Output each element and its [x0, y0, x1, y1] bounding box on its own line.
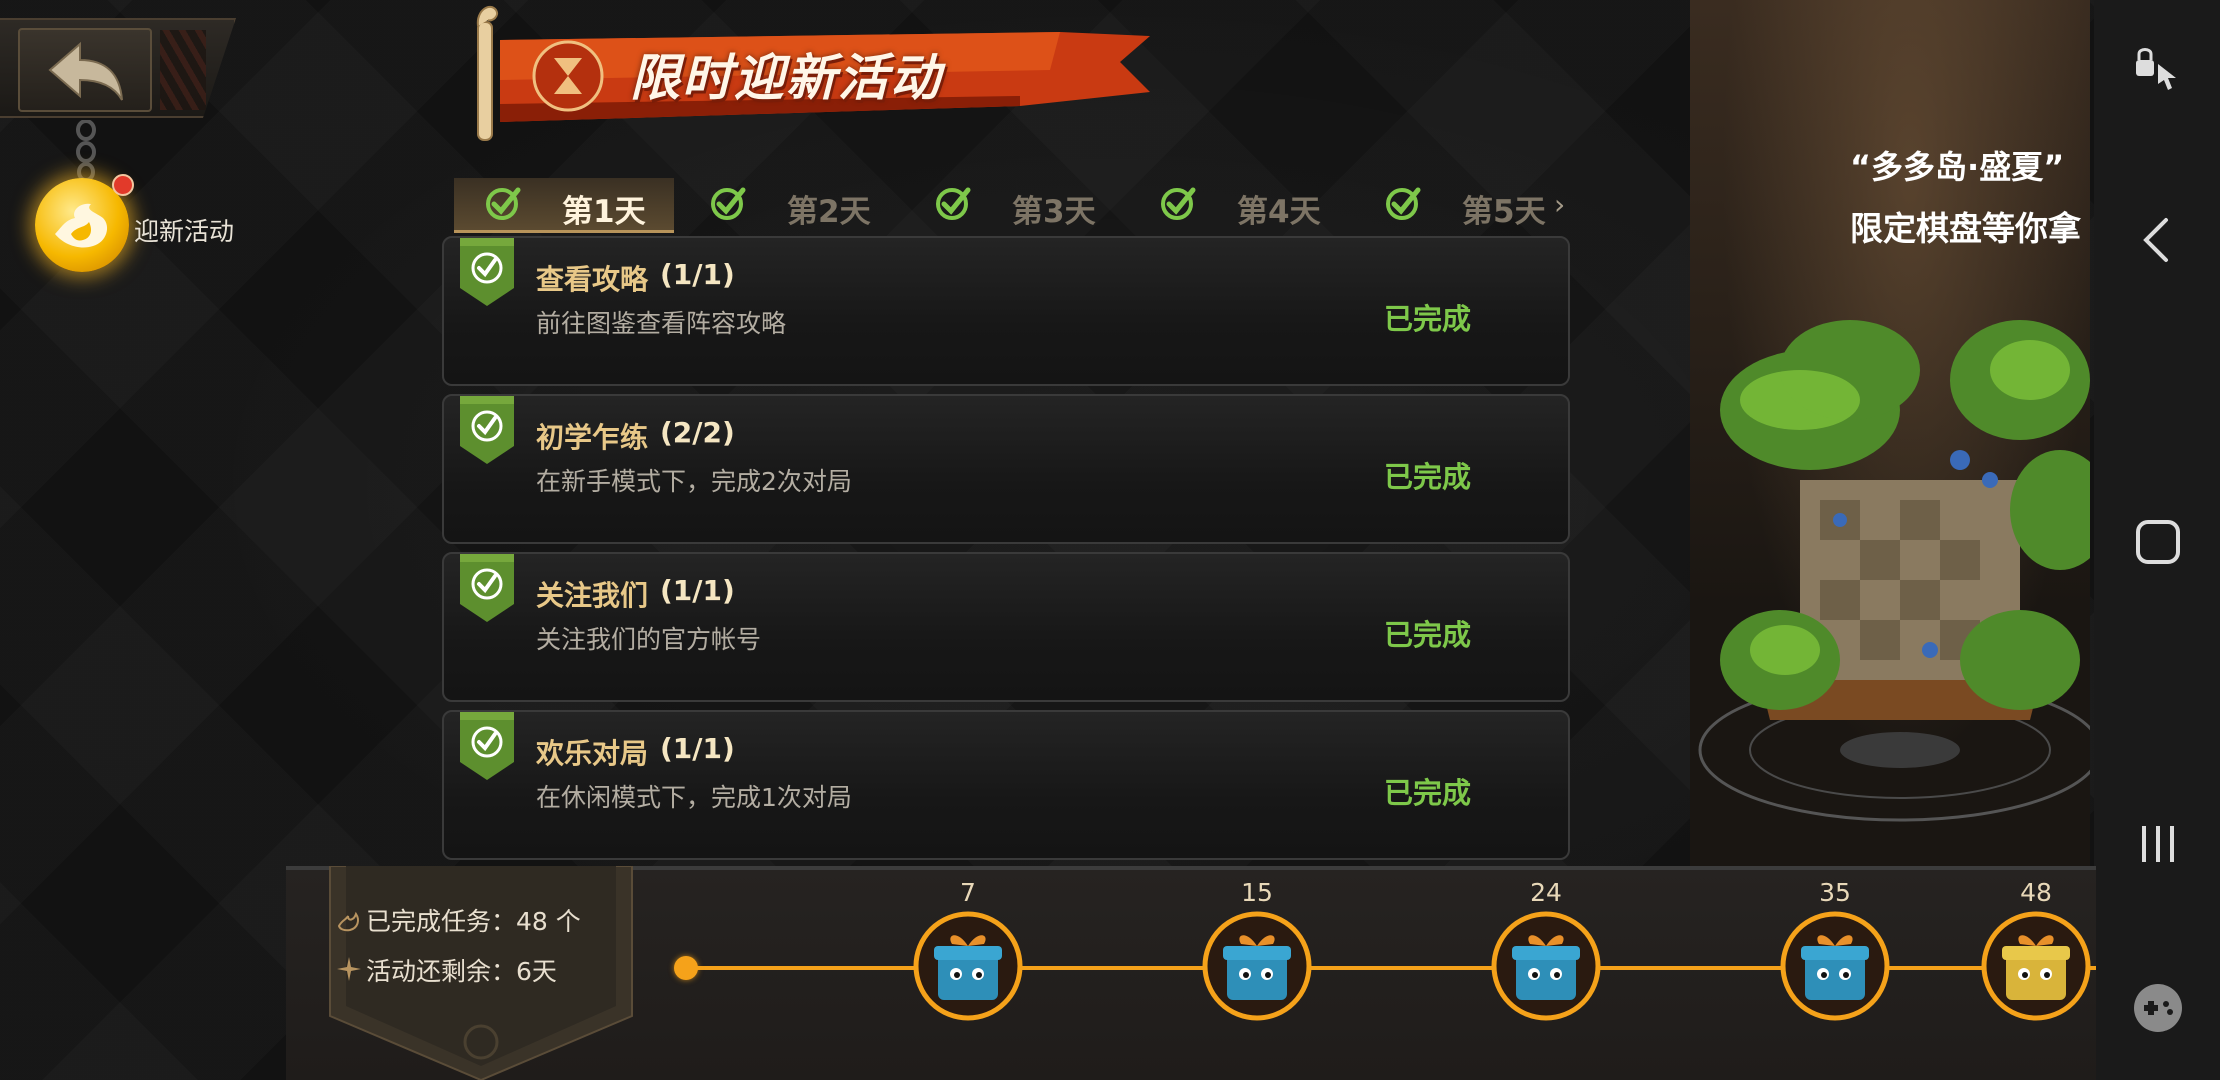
- task-card: 初学乍练 (2/2) 在新手模式下，完成2次对局 已完成: [442, 394, 1570, 544]
- task-name: 关注我们: [536, 579, 649, 612]
- check-shield-icon: [460, 712, 514, 780]
- check-icon: [1386, 187, 1421, 220]
- tab-label: 第5天: [1462, 194, 1546, 230]
- milestone-threshold: 35: [1819, 878, 1851, 907]
- tab-label: 第1天: [562, 194, 646, 230]
- milestone-reward[interactable]: 15: [1197, 866, 1317, 1066]
- task-name: 初学乍练: [536, 421, 649, 454]
- home-nav-icon[interactable]: [2130, 514, 2186, 570]
- task-status: 已完成: [1384, 302, 1472, 336]
- gamepad-icon[interactable]: [2130, 980, 2186, 1036]
- side-activity-label: 迎新活动: [134, 217, 235, 246]
- promo-title: “多多岛·盛夏”: [1850, 148, 2065, 186]
- task-progress: (1/1): [660, 574, 735, 607]
- task-progress: (1/1): [660, 732, 735, 765]
- back-button-ornament: [160, 30, 206, 110]
- milestone-reward[interactable]: 24: [1486, 866, 1606, 1066]
- milestone-reward[interactable]: 35: [1775, 866, 1895, 1066]
- check-shield-icon: [460, 396, 514, 464]
- task-status: 已完成: [1384, 776, 1472, 810]
- back-arrow-icon: [48, 41, 123, 101]
- task-card: 查看攻略 (1/1) 前往图鉴查看阵容攻略 已完成: [442, 236, 1570, 386]
- task-description: 在休闲模式下，完成1次对局: [536, 783, 852, 812]
- check-shield-icon: [460, 554, 514, 622]
- tab-day-3[interactable]: 第3天: [904, 178, 1124, 230]
- reward-progress-bar: 已完成任务：48 个 活动还剩余：6天 7 15 24 35 48: [286, 866, 2096, 1080]
- check-shield-icon: [460, 238, 514, 306]
- day-tabs: 第1天 第2天 第3天 第4天 第5天 ›: [454, 178, 1574, 233]
- notification-dot: [112, 174, 134, 196]
- time-remaining: 活动还剩余：6天: [366, 957, 557, 986]
- milestone-threshold: 24: [1530, 878, 1562, 907]
- chessboard-preview-image: [1698, 320, 2090, 822]
- gift-box-icon: [913, 911, 1023, 1021]
- back-nav-icon[interactable]: [2130, 212, 2186, 268]
- tab-label: 第4天: [1237, 194, 1321, 230]
- tab-label: 第3天: [1012, 194, 1096, 230]
- gift-box-icon: [1981, 911, 2091, 1021]
- tab-day-1[interactable]: 第1天: [454, 178, 674, 233]
- chain-icon: [76, 120, 96, 182]
- task-card: 关注我们 (1/1) 关注我们的官方帐号 已完成: [442, 552, 1570, 702]
- recent-apps-icon[interactable]: [2130, 816, 2186, 872]
- task-card: 欢乐对局 (1/1) 在休闲模式下，完成1次对局 已完成: [442, 710, 1570, 860]
- task-name: 查看攻略: [536, 263, 649, 296]
- task-description: 前往图鉴查看阵容攻略: [536, 309, 787, 338]
- back-button[interactable]: [0, 18, 236, 118]
- completed-tasks-count: 已完成任务：48 个: [366, 907, 581, 936]
- lock-touch-icon[interactable]: [2130, 40, 2186, 96]
- tab-label: 第2天: [787, 194, 871, 230]
- newcomer-activity-entry[interactable]: 迎新活动: [30, 120, 270, 290]
- check-icon: [1161, 187, 1196, 220]
- tab-day-5[interactable]: 第5天: [1354, 178, 1574, 230]
- milestone-threshold: 7: [960, 878, 976, 907]
- promo-subtitle: 限定棋盘等你拿: [1850, 209, 2081, 248]
- event-banner: 限时迎新活动: [460, 0, 1160, 150]
- task-status: 已完成: [1384, 618, 1472, 652]
- check-icon: [936, 187, 971, 220]
- task-status: 已完成: [1384, 460, 1472, 494]
- milestone-reward[interactable]: 48: [1976, 866, 2096, 1066]
- tab-day-2[interactable]: 第2天: [679, 178, 899, 230]
- chevron-right-icon[interactable]: ›: [1554, 188, 1565, 221]
- task-description: 在新手模式下，完成2次对局: [536, 467, 852, 496]
- milestone-threshold: 48: [2020, 878, 2052, 907]
- tab-day-4[interactable]: 第4天: [1129, 178, 1349, 230]
- task-name: 欢乐对局: [536, 737, 649, 770]
- task-progress: (1/1): [660, 258, 735, 291]
- check-icon: [486, 187, 521, 220]
- banner-title: 限时迎新活动: [630, 49, 942, 107]
- milestone-reward[interactable]: 7: [908, 866, 1028, 1066]
- flame-icon: [337, 911, 359, 932]
- gift-box-icon: [1202, 911, 1312, 1021]
- task-progress: (2/2): [660, 416, 735, 449]
- back-button-frame: [18, 28, 152, 112]
- system-nav-bar: [2094, 0, 2220, 1080]
- sparkle-icon: [337, 957, 361, 981]
- task-description: 关注我们的官方帐号: [536, 625, 762, 654]
- gift-box-icon: [1780, 911, 1890, 1021]
- gift-box-icon: [1491, 911, 1601, 1021]
- check-icon: [711, 187, 746, 220]
- progress-start-dot: [674, 956, 698, 980]
- milestone-threshold: 15: [1241, 878, 1273, 907]
